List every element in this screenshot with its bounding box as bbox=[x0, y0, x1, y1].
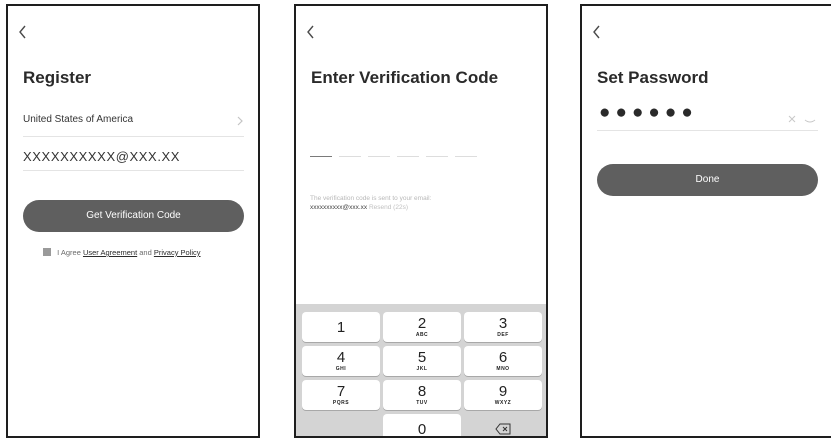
numeric-keypad: 1 2 ABC 3 DEF 4 GHI 5 JKL 6 MNO 7 PQRS 8… bbox=[296, 304, 546, 436]
code-slot bbox=[339, 156, 361, 157]
verification-hint: The verification code is sent to your em… bbox=[310, 194, 510, 212]
done-button[interactable]: Done bbox=[597, 164, 818, 196]
key-6[interactable]: 6 MNO bbox=[464, 346, 542, 376]
key-letters: PQRS bbox=[332, 400, 350, 406]
key-number: 6 bbox=[498, 349, 508, 366]
privacy-policy-link[interactable]: Privacy Policy bbox=[154, 248, 201, 257]
back-chevron-icon[interactable] bbox=[16, 24, 30, 40]
agree-prefix: I Agree bbox=[57, 248, 81, 257]
code-input[interactable] bbox=[310, 156, 490, 160]
key-number: 9 bbox=[498, 383, 508, 400]
backspace-icon bbox=[495, 422, 511, 435]
key-number: 1 bbox=[336, 319, 346, 336]
code-slot bbox=[426, 156, 448, 157]
email-field[interactable]: XXXXXXXXXX@XXX.XX bbox=[23, 144, 244, 171]
register-screen: Register United States of America XXXXXX… bbox=[6, 4, 260, 438]
key-letters: WXYZ bbox=[494, 400, 512, 406]
key-letters: DEF bbox=[497, 332, 509, 338]
page-title: Enter Verification Code bbox=[311, 68, 499, 87]
code-slot bbox=[455, 156, 477, 157]
key-number: 3 bbox=[498, 315, 508, 332]
key-letters: TUV bbox=[416, 400, 428, 406]
code-slot bbox=[368, 156, 390, 157]
key-7[interactable]: 7 PQRS bbox=[302, 380, 380, 410]
eye-closed-icon[interactable] bbox=[804, 111, 816, 123]
get-verification-code-button[interactable]: Get Verification Code bbox=[23, 200, 244, 232]
key-1[interactable]: 1 bbox=[302, 312, 380, 342]
checkbox-checked-icon[interactable] bbox=[43, 248, 51, 256]
key-letters: ABC bbox=[415, 332, 429, 338]
agreement-row: I Agree User Agreement and Privacy Polic… bbox=[43, 248, 201, 257]
key-0[interactable]: 0 bbox=[383, 414, 461, 438]
key-number: 0 bbox=[417, 421, 427, 438]
hint-text: The verification code is sent to your em… bbox=[310, 195, 432, 202]
code-slot bbox=[310, 156, 332, 157]
verification-screen: Enter Verification Code The verification… bbox=[294, 4, 548, 438]
country-select[interactable]: United States of America bbox=[23, 106, 244, 137]
key-number: 2 bbox=[417, 315, 427, 332]
key-letters: JKL bbox=[416, 366, 428, 372]
set-password-screen: Set Password ●●●●●● Done bbox=[580, 4, 831, 438]
code-slot bbox=[397, 156, 419, 157]
user-agreement-link[interactable]: User Agreement bbox=[83, 248, 137, 257]
backspace-key[interactable] bbox=[464, 414, 542, 436]
key-5[interactable]: 5 JKL bbox=[383, 346, 461, 376]
back-chevron-icon[interactable] bbox=[590, 24, 604, 40]
clear-icon[interactable] bbox=[788, 110, 796, 123]
key-number: 8 bbox=[417, 383, 427, 400]
back-chevron-icon[interactable] bbox=[304, 24, 318, 40]
key-letters: GHI bbox=[335, 366, 347, 372]
page-title: Register bbox=[23, 68, 92, 87]
password-value: ●●●●●● bbox=[599, 102, 698, 123]
key-number: 4 bbox=[336, 349, 346, 366]
key-2[interactable]: 2 ABC bbox=[383, 312, 461, 342]
email-value: XXXXXXXXXX@XXX.XX bbox=[23, 149, 181, 164]
key-9[interactable]: 9 WXYZ bbox=[464, 380, 542, 410]
key-4[interactable]: 4 GHI bbox=[302, 346, 380, 376]
app-screens: Register United States of America XXXXXX… bbox=[0, 0, 831, 446]
key-number: 5 bbox=[417, 349, 427, 366]
key-8[interactable]: 8 TUV bbox=[383, 380, 461, 410]
chevron-right-icon bbox=[236, 114, 244, 126]
key-3[interactable]: 3 DEF bbox=[464, 312, 542, 342]
country-value: United States of America bbox=[23, 114, 134, 125]
hint-email: xxxxxxxxxx@xxx.xx bbox=[310, 204, 368, 211]
password-field[interactable]: ●●●●●● bbox=[597, 100, 818, 131]
resend-link[interactable]: Resend (22s) bbox=[369, 204, 408, 211]
page-title: Set Password bbox=[597, 68, 709, 87]
key-letters: MNO bbox=[496, 366, 510, 372]
key-number: 7 bbox=[336, 383, 346, 400]
agree-and: and bbox=[139, 248, 152, 257]
